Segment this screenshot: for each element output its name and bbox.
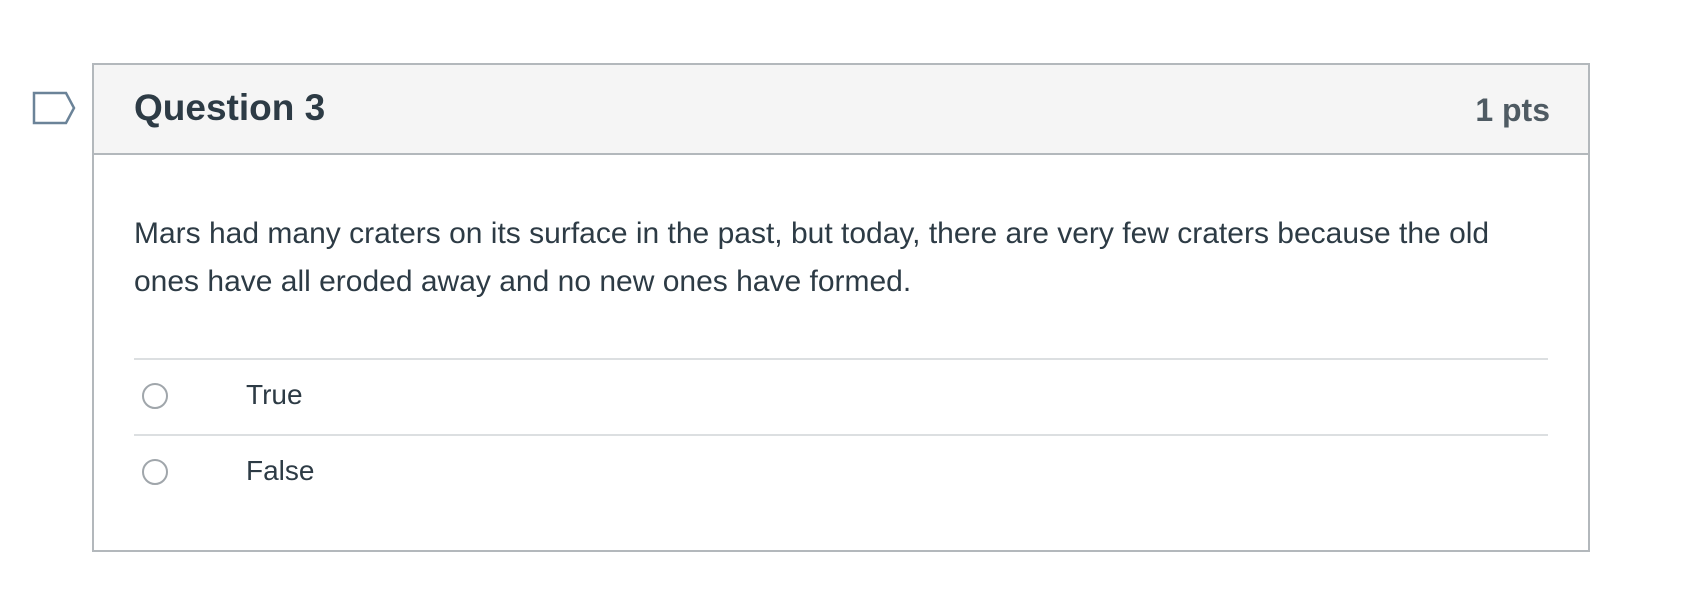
answer-label[interactable]: True bbox=[246, 376, 303, 414]
question-card: Question 3 1 pts Mars had many craters o… bbox=[92, 63, 1590, 552]
question-title: Question 3 bbox=[134, 87, 326, 128]
flag-question-icon[interactable] bbox=[32, 91, 76, 125]
question-header: Question 3 1 pts bbox=[94, 65, 1588, 155]
answer-option-true[interactable]: True bbox=[134, 358, 1548, 434]
question-points: 1 pts bbox=[1475, 92, 1550, 128]
answer-list: True False bbox=[134, 358, 1548, 510]
radio-button-false[interactable] bbox=[142, 459, 168, 485]
question-text: Mars had many craters on its surface in … bbox=[134, 217, 1490, 298]
answer-option-false[interactable]: False bbox=[134, 434, 1548, 510]
question-body: Mars had many craters on its surface in … bbox=[134, 210, 1554, 306]
radio-button-true[interactable] bbox=[142, 383, 168, 409]
answer-label[interactable]: False bbox=[246, 452, 314, 490]
